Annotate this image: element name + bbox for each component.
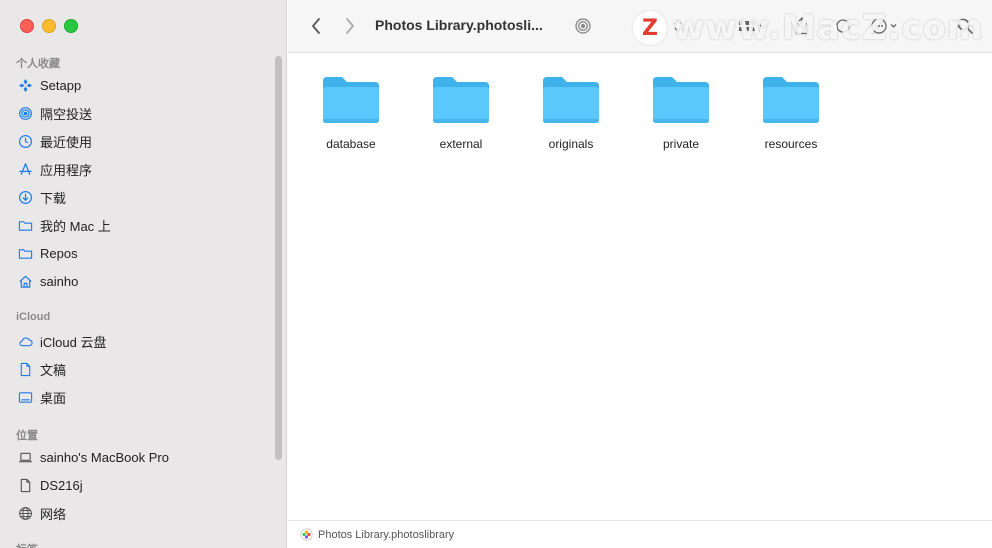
cloud-icon [19, 336, 33, 346]
sidebar-item-label: 隔空投送 [40, 106, 93, 122]
sidebar-item-home[interactable]: sainho [18, 270, 78, 292]
sidebar-item-repos[interactable]: Repos [18, 242, 78, 264]
folder-icon [543, 77, 599, 123]
sidebar-scrollbar[interactable] [275, 56, 282, 460]
sidebar-item-label: Setapp [40, 77, 82, 93]
sidebar-item-label: DS216j [40, 477, 83, 493]
folder-name: originals [548, 137, 594, 151]
favorites-header: 个人收藏 [16, 58, 60, 70]
globe-icon [19, 506, 32, 520]
folder-name: database [326, 137, 376, 151]
file-grid: database external originals private reso… [288, 53, 992, 521]
sidebar-item-macbook[interactable]: sainho's MacBook Pro [18, 446, 169, 468]
folder-item[interactable]: resources [746, 73, 836, 151]
sidebar-item-label: 桌面 [40, 390, 67, 406]
folder-item[interactable]: external [416, 73, 506, 151]
sidebar-item-label: iCloud 云盘 [40, 334, 107, 350]
folder-name: resources [764, 137, 818, 151]
icloud-header: iCloud [16, 311, 51, 323]
desktop-icon [18, 391, 33, 403]
path-bar-label[interactable]: Photos Library.photoslibrary [318, 529, 454, 541]
sidebar-item-on-my-mac[interactable]: 我的 Mac 上 [18, 214, 111, 236]
window-title: Photos Library.photosli... [375, 17, 543, 33]
folder-icon [433, 77, 489, 123]
folder-icon [653, 77, 709, 123]
laptop-icon [18, 452, 33, 462]
sidebar-item-label: 应用程序 [40, 162, 93, 178]
sidebar-item-icloud-drive[interactable]: iCloud 云盘 [18, 330, 106, 352]
sidebar-item-recents[interactable]: 最近使用 [18, 130, 92, 152]
sidebar-item-desktop[interactable]: 桌面 [18, 386, 66, 408]
sidebar-item-downloads[interactable]: 下载 [18, 186, 66, 208]
zoom-window-button[interactable] [64, 19, 78, 33]
tags-header: 标签 [16, 541, 38, 548]
toolbar: Photos Library.photosli... Z www.MacZ.co… [288, 0, 992, 53]
watermark-logo: Z [633, 11, 667, 45]
sidebar-item-network[interactable]: 网络 [18, 502, 66, 524]
sidebar-item-label: 网络 [40, 506, 67, 522]
path-bar: Photos Library.photoslibrary [288, 520, 992, 548]
document-icon [20, 362, 31, 376]
folder-icon [18, 248, 33, 259]
folder-item[interactable]: private [636, 73, 726, 151]
folder-name: external [439, 137, 483, 151]
photos-library-icon [300, 528, 313, 541]
sidebar-item-label: 下载 [40, 190, 67, 206]
download-icon [18, 190, 33, 204]
folder-icon [763, 77, 819, 123]
setapp-icon [18, 78, 33, 92]
sidebar-item-label: sainho [40, 273, 79, 289]
folder-item[interactable]: database [306, 73, 396, 151]
sidebar: 个人收藏 Setapp 隔空投送 最近使用 应用程序 下载 我的 Mac 上 R… [0, 0, 287, 548]
sidebar-item-label: 我的 Mac 上 [40, 218, 111, 234]
folder-icon [18, 220, 33, 231]
chevron-right-icon [346, 18, 354, 34]
minimize-window-button[interactable] [42, 19, 56, 33]
folder-item[interactable]: originals [526, 73, 616, 151]
folder-name: private [662, 137, 700, 151]
locations-header: 位置 [16, 430, 38, 442]
sidebar-item-label: 文稿 [40, 362, 67, 378]
sidebar-item-label: Repos [40, 245, 78, 261]
window-controls [20, 19, 78, 33]
sidebar-item-ds216j[interactable]: DS216j [18, 474, 83, 496]
clock-icon [18, 134, 33, 148]
folder-icon [323, 77, 379, 123]
applications-icon [19, 162, 32, 175]
sidebar-item-label: sainho's MacBook Pro [40, 449, 169, 465]
sidebar-item-documents[interactable]: 文稿 [18, 358, 66, 380]
sidebar-item-setapp[interactable]: Setapp [18, 74, 81, 96]
sidebar-item-airdrop[interactable]: 隔空投送 [18, 102, 92, 124]
close-window-button[interactable] [20, 19, 34, 33]
airdrop-button[interactable] [572, 14, 594, 38]
document-icon [20, 478, 31, 492]
forward-button[interactable] [340, 14, 360, 38]
back-button[interactable] [306, 14, 326, 38]
home-icon [19, 275, 32, 288]
airdrop-icon [575, 18, 591, 34]
sidebar-item-applications[interactable]: 应用程序 [18, 158, 92, 180]
sidebar-item-label: 最近使用 [40, 134, 93, 150]
watermark-text: www.MacZ.com [673, 8, 984, 48]
airdrop-icon [19, 106, 32, 120]
chevron-left-icon [312, 18, 320, 34]
watermark: Z www.MacZ.com [633, 8, 983, 48]
